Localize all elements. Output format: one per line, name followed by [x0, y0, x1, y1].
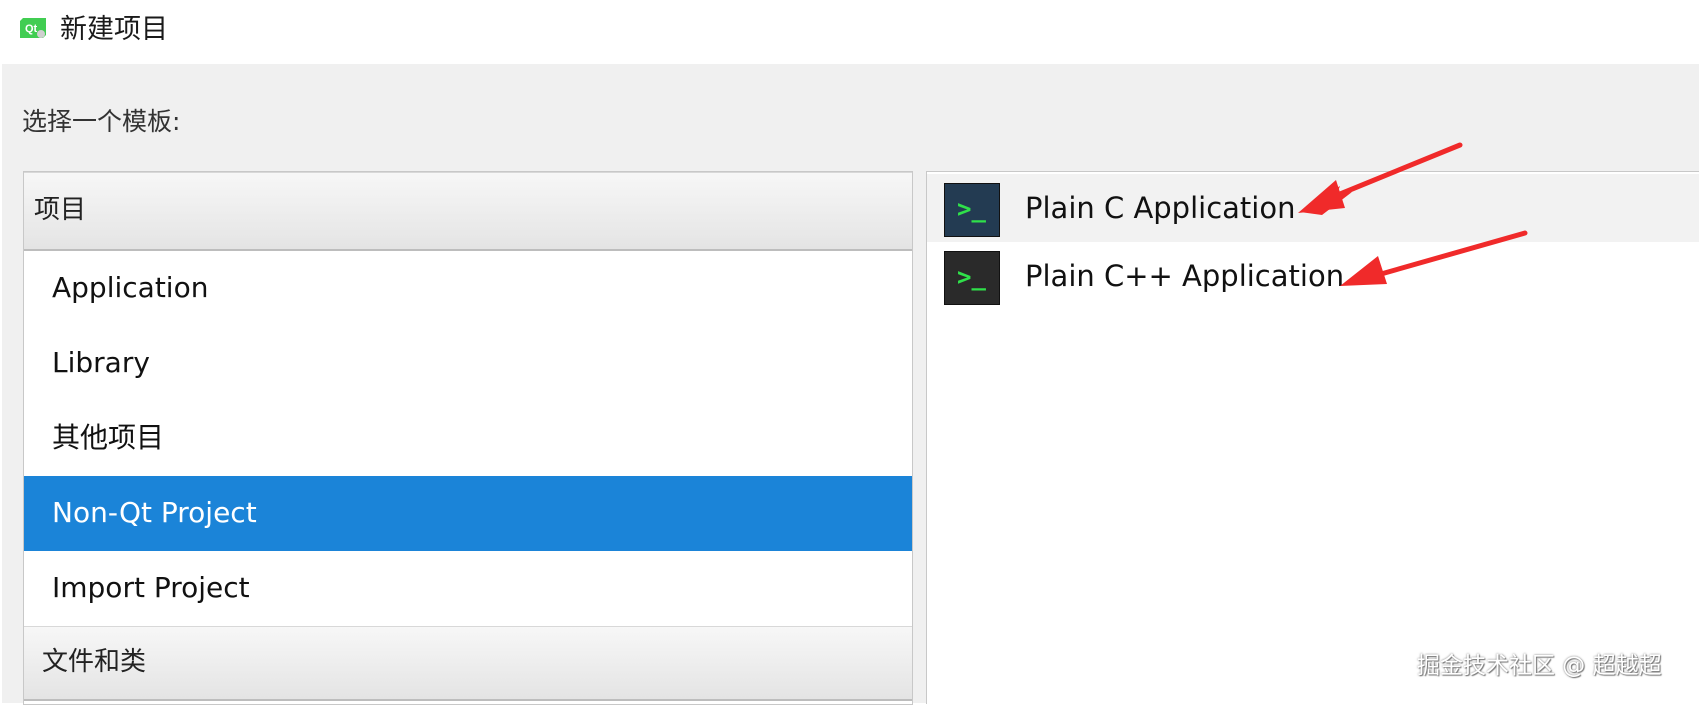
group-header-label: 项目 [34, 195, 87, 225]
template-item-plain-cpp[interactable]: >_ Plain C++ Application [927, 242, 1699, 310]
template-list[interactable]: >_ Plain C Application >_ Plain C++ Appl… [926, 171, 1699, 704]
watermark: 掘金技术社区 @ 超越超 [1417, 653, 1662, 679]
template-prompt: 选择一个模板: [22, 107, 181, 136]
svg-text:Qt: Qt [25, 23, 38, 35]
terminal-icon: >_ [944, 183, 1000, 237]
template-label: Plain C++ Application [1025, 259, 1345, 293]
template-label: Plain C Application [1025, 191, 1296, 225]
category-item-label: Import Project [52, 571, 250, 604]
category-item-library[interactable]: Library [24, 326, 912, 401]
category-list[interactable]: 项目 Application Library 其他项目 Non-Qt Proje… [23, 171, 913, 705]
category-item-label: Application [52, 271, 209, 304]
category-item-label: Library [52, 346, 150, 379]
group-header-projects[interactable]: 项目 [24, 172, 912, 251]
group-header-files-classes[interactable]: 文件和类 [24, 626, 912, 701]
category-item-label: 其他项目 [52, 421, 165, 454]
category-item-application[interactable]: Application [24, 251, 912, 326]
title-bar: Qt 新建项目 [0, 0, 1699, 64]
category-item-other-projects[interactable]: 其他项目 [24, 401, 912, 476]
terminal-icon: >_ [944, 251, 1000, 305]
qt-logo-icon: Qt [20, 18, 46, 38]
group-header-label: 文件和类 [42, 647, 147, 677]
category-item-label: Non-Qt Project [52, 496, 257, 529]
window-title: 新建项目 [60, 14, 168, 45]
category-item-non-qt-project[interactable]: Non-Qt Project [24, 476, 912, 551]
category-item-import-project[interactable]: Import Project [24, 551, 912, 626]
template-item-plain-c[interactable]: >_ Plain C Application [927, 174, 1699, 242]
